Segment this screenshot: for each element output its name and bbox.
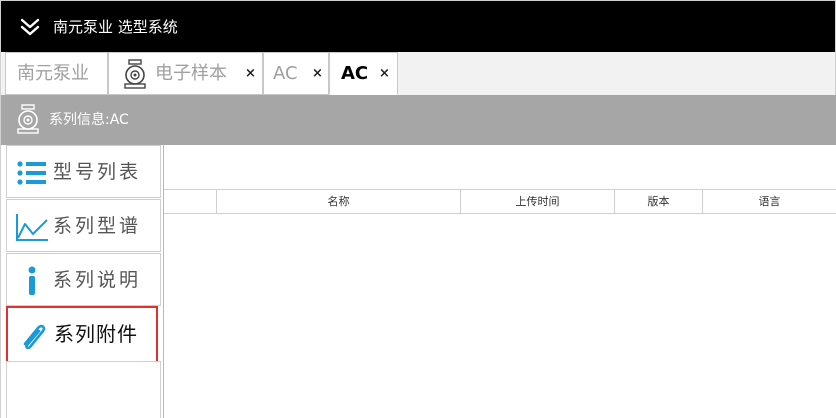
- column-header-name[interactable]: 名称: [217, 190, 461, 214]
- tab-close-button[interactable]: ×: [379, 66, 390, 82]
- column-header-language[interactable]: 语言: [703, 190, 836, 214]
- sidebar-item-series-attachments[interactable]: 系列附件: [6, 306, 158, 363]
- sidebar-item-label: 系列说明: [53, 269, 142, 291]
- sidebar-item-model-list[interactable]: 型号列表: [6, 145, 161, 198]
- tab-close-button[interactable]: ×: [312, 66, 323, 82]
- attachments-table: 名称 上传时间 版本 语言: [164, 189, 836, 418]
- table-header: 名称 上传时间 版本 语言: [164, 189, 836, 214]
- sidebar-item-series-spectrum[interactable]: 系列型谱: [6, 199, 161, 252]
- column-header-version[interactable]: 版本: [615, 190, 703, 214]
- tab-bar: 南元泵业 电子样本 × AC × AC ×: [0, 52, 836, 95]
- info-icon: [28, 266, 36, 295]
- sidebar-item-label: 系列附件: [54, 322, 138, 346]
- tab-home[interactable]: 南元泵业: [5, 52, 108, 95]
- sidebar-item-series-description[interactable]: 系列说明: [6, 253, 161, 306]
- sidebar-item-label: 系列型谱: [53, 215, 142, 237]
- pump-icon: [124, 59, 146, 89]
- table-body: [164, 214, 836, 418]
- column-header-upload-time[interactable]: 上传时间: [461, 190, 615, 214]
- column-header-select[interactable]: [164, 190, 217, 214]
- tab-label: 南元泵业: [17, 63, 89, 84]
- line-chart-icon: [16, 214, 48, 241]
- tab-ac-1[interactable]: AC ×: [263, 52, 329, 95]
- tab-label: 电子样本: [155, 63, 227, 84]
- tab-label: AC: [341, 63, 369, 84]
- pump-icon: [17, 104, 39, 134]
- sidebar-empty-slot: [6, 361, 161, 418]
- paperclip-icon: [23, 324, 46, 350]
- tab-close-button[interactable]: ×: [245, 66, 256, 82]
- sidebar-item-label: 型号列表: [53, 161, 142, 183]
- tab-label: AC: [273, 63, 298, 84]
- double-chevron-down-icon[interactable]: [19, 17, 41, 37]
- tab-ac-active[interactable]: AC ×: [329, 52, 398, 95]
- tab-electronic-sample[interactable]: 电子样本 ×: [108, 52, 263, 95]
- list-icon: [17, 161, 46, 185]
- sidebar: 型号列表 系列型谱 系列说明 系列附件: [0, 145, 164, 418]
- series-info-text: 系列信息:AC: [49, 112, 129, 128]
- title-bar: 南元泵业 选型系统: [0, 0, 836, 52]
- app-title: 南元泵业 选型系统: [53, 18, 178, 36]
- series-info-bar: 系列信息:AC: [0, 95, 836, 145]
